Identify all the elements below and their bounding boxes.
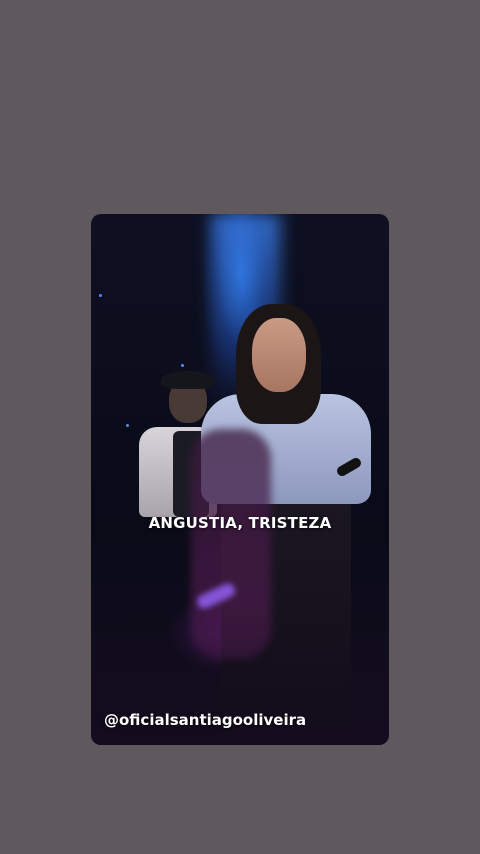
lyric-caption: ANGUSTIA, TRISTEZA [148,514,332,532]
stage-sparkle [126,424,129,427]
story-video-frame[interactable]: ANGUSTIA, TRISTEZA @oficialsantiagoolive… [91,214,389,745]
stage-sparkle [181,364,184,367]
account-handle[interactable]: @oficialsantiagooliveira [104,711,306,729]
stage-sparkle [99,294,102,297]
